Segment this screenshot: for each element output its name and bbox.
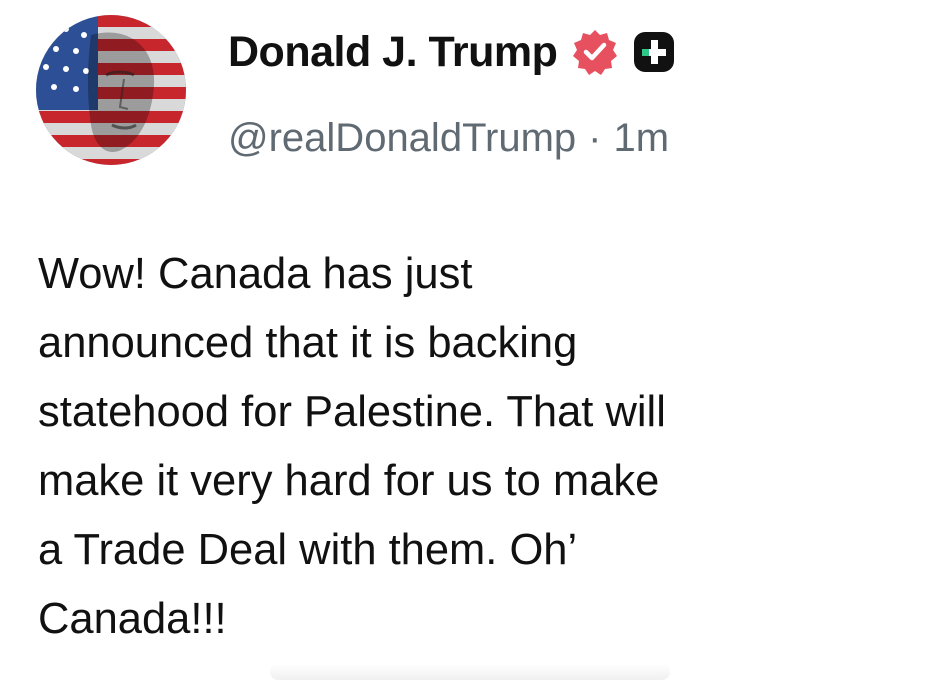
post-meta: @realDonaldTrump · 1m <box>228 110 669 166</box>
meta-separator: · <box>588 116 602 160</box>
bottom-divider <box>270 664 670 680</box>
post-body-text: Wow! Canada has just announced that it i… <box>38 250 666 643</box>
verified-badge-icon <box>571 28 619 76</box>
post-card: Donald J. Trump @realDonaldTrump · 1m Wo… <box>0 0 932 680</box>
author-handle[interactable]: @realDonaldTrump <box>228 110 576 166</box>
author-avatar[interactable] <box>36 15 186 165</box>
author-display-name[interactable]: Donald J. Trump <box>228 24 558 80</box>
author-name-row: Donald J. Trump <box>228 24 675 80</box>
post-timestamp[interactable]: 1m <box>613 110 669 166</box>
plus-square-icon <box>633 31 675 73</box>
